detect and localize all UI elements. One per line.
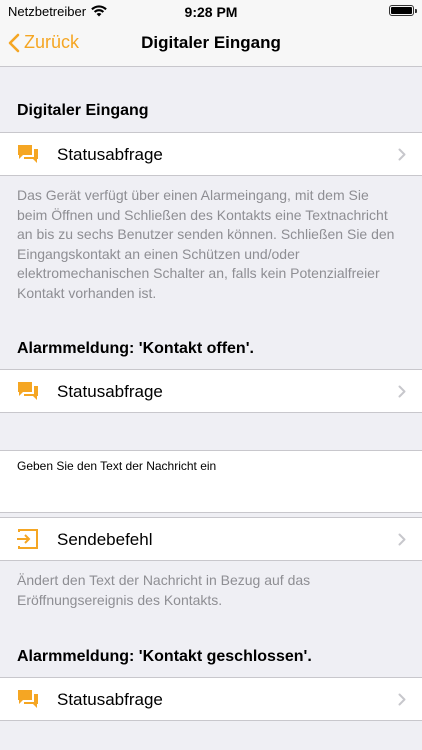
chat-bubbles-icon xyxy=(18,145,38,163)
page-title: Digitaler Eingang xyxy=(141,33,281,52)
navigation-bar: Zurück Digitaler Eingang xyxy=(0,24,422,67)
status-query-cell[interactable]: Statusabfrage xyxy=(0,132,422,176)
chat-bubbles-icon xyxy=(18,382,38,400)
status-query-label: Statusabfrage xyxy=(57,145,163,164)
section-header-contact-closed: Alarmmeldung: 'Kontakt geschlossen'. xyxy=(17,648,312,665)
send-command-label: Sendebefehl xyxy=(57,530,153,549)
message-input-prompt: Geben Sie den Text der Nachricht ein xyxy=(17,459,217,473)
clock: 9:28 PM xyxy=(184,4,238,20)
status-query-label: Statusabfrage xyxy=(57,690,163,709)
status-bar: Netzbetreiber 9:28 PM xyxy=(0,0,422,24)
send-command-cell[interactable]: Sendebefehl xyxy=(0,517,422,561)
chevron-right-icon xyxy=(398,693,406,706)
chevron-right-icon xyxy=(398,148,406,161)
status-query-label: Statusabfrage xyxy=(57,382,163,401)
chat-bubbles-icon xyxy=(18,690,38,708)
section-header-digital-input: Digitaler Eingang xyxy=(17,102,149,119)
chevron-right-icon xyxy=(398,385,406,398)
input-arrow-icon xyxy=(17,529,38,549)
section-header-contact-open: Alarmmeldung: 'Kontakt offen'. xyxy=(17,340,254,357)
send-command-footnote: Ändert den Text der Nachricht in Bezug a… xyxy=(17,572,311,608)
message-text-input[interactable]: Geben Sie den Text der Nachricht ein xyxy=(0,450,422,513)
status-query-cell[interactable]: Statusabfrage xyxy=(0,677,422,721)
battery-icon xyxy=(389,5,417,16)
status-query-cell[interactable]: Statusabfrage xyxy=(0,369,422,413)
digital-input-footnote: Das Gerät verfügt über einen Alarmeingan… xyxy=(17,187,395,301)
chevron-right-icon xyxy=(398,533,406,546)
